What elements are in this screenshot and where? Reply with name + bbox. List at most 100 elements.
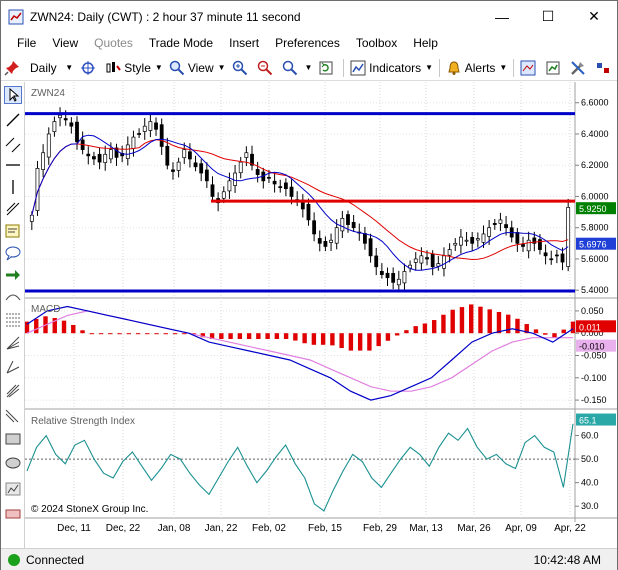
candle[interactable] [278, 186, 283, 188]
candle[interactable] [75, 121, 79, 143]
refresh-button[interactable] [315, 57, 340, 79]
candle[interactable] [283, 182, 288, 190]
menu-toolbox[interactable]: Toolbox [348, 36, 405, 50]
candle[interactable] [560, 253, 565, 263]
candle[interactable] [312, 220, 317, 235]
style-button[interactable]: Style ▼ [102, 57, 166, 79]
candle[interactable] [142, 125, 147, 132]
menu-preferences[interactable]: Preferences [267, 36, 348, 50]
candle[interactable] [391, 273, 396, 283]
speed-lines-tool-icon[interactable] [4, 358, 22, 376]
candle[interactable] [470, 237, 475, 244]
candle[interactable] [379, 271, 384, 275]
more-tools-button[interactable] [592, 57, 617, 79]
candle[interactable] [334, 227, 339, 244]
zoom-in-button[interactable] [229, 57, 254, 79]
candle[interactable] [86, 153, 91, 157]
candle[interactable] [368, 238, 373, 257]
candle[interactable] [492, 223, 497, 225]
candle[interactable] [504, 224, 508, 229]
candle[interactable] [515, 232, 520, 244]
channel-tool-icon[interactable] [4, 136, 22, 154]
arc-tool-icon[interactable] [4, 288, 22, 306]
candle[interactable] [204, 169, 209, 182]
candle[interactable] [165, 145, 170, 166]
candle[interactable] [125, 144, 130, 159]
candle[interactable] [413, 258, 418, 263]
candle[interactable] [549, 258, 554, 261]
text-note-tool-icon[interactable] [4, 222, 22, 240]
candle[interactable] [210, 184, 215, 197]
candle[interactable] [233, 172, 237, 186]
candle[interactable] [475, 238, 480, 241]
candle[interactable] [63, 118, 68, 121]
candle[interactable] [385, 272, 390, 279]
candle[interactable] [419, 255, 424, 264]
candle[interactable] [566, 207, 571, 267]
template-button[interactable] [542, 57, 567, 79]
candle[interactable] [193, 162, 198, 168]
pin-button[interactable] [1, 57, 26, 79]
candle[interactable] [521, 244, 525, 247]
candle[interactable] [52, 121, 57, 133]
candle[interactable] [363, 233, 367, 244]
candle[interactable] [267, 176, 271, 179]
candle[interactable] [306, 203, 311, 221]
candle[interactable] [487, 227, 492, 237]
callout-tool-icon[interactable] [4, 244, 22, 262]
menu-trade-mode[interactable]: Trade Mode [141, 36, 221, 50]
candle[interactable] [459, 236, 463, 246]
ray-tool-icon[interactable] [4, 200, 22, 218]
rectangle-tool-icon[interactable] [4, 430, 22, 448]
menu-quotes[interactable]: Quotes [86, 36, 141, 50]
candle[interactable] [159, 124, 164, 147]
fan-tool-icon[interactable] [4, 334, 22, 352]
zoom-out-button[interactable] [254, 57, 279, 79]
candle[interactable] [171, 169, 175, 172]
candle[interactable] [272, 180, 277, 185]
andrews-pitchfork-tool-icon[interactable] [4, 382, 22, 400]
candle[interactable] [481, 233, 486, 243]
candle[interactable] [317, 238, 322, 244]
candle[interactable] [543, 252, 548, 257]
tools-button[interactable] [567, 57, 592, 79]
candle[interactable] [69, 122, 74, 127]
candle[interactable] [374, 255, 379, 268]
candle[interactable] [238, 161, 243, 174]
chart-settings-button[interactable] [517, 57, 542, 79]
candle[interactable] [41, 152, 46, 170]
candle[interactable] [464, 239, 469, 242]
candle[interactable] [340, 217, 345, 232]
fibonacci-tool-icon[interactable] [4, 310, 22, 328]
candle[interactable] [103, 153, 108, 163]
candle[interactable] [447, 249, 452, 256]
candle[interactable] [58, 114, 62, 119]
title-bar[interactable]: ZWN24: Daily (CWT) : 2 hour 37 minute 11… [1, 1, 617, 32]
candle[interactable] [396, 278, 401, 286]
candle[interactable] [137, 133, 141, 135]
candle[interactable] [188, 151, 192, 160]
crosshair-tool-button[interactable] [77, 57, 102, 79]
cursor-tool-icon[interactable] [4, 86, 22, 104]
menu-view[interactable]: View [44, 36, 86, 50]
menu-file[interactable]: File [9, 36, 44, 50]
chart-canvas[interactable]: Dec, 11 Dec, 22 Jan, 08 Jan, 22 Feb, 02 Feb, … [24, 82, 617, 548]
close-button[interactable]: ✕ [571, 1, 617, 32]
indicators-button[interactable]: Indicators ▼ [347, 57, 436, 79]
arrow-tool-icon[interactable] [4, 266, 22, 284]
candle[interactable] [29, 214, 34, 222]
menu-help[interactable]: Help [405, 36, 446, 50]
candle[interactable] [425, 257, 429, 260]
candle[interactable] [176, 161, 181, 171]
candle[interactable] [227, 180, 232, 192]
eraser-tool-icon[interactable] [4, 504, 22, 522]
candle[interactable] [430, 254, 435, 268]
candle[interactable] [554, 254, 559, 257]
gann-tool-icon[interactable] [4, 406, 22, 424]
trendline-tool-icon[interactable] [4, 111, 22, 129]
candle[interactable] [92, 156, 96, 160]
candle[interactable] [199, 163, 204, 174]
candle[interactable] [453, 242, 458, 246]
cycle-tool-icon[interactable] [4, 480, 22, 498]
candle[interactable] [351, 222, 356, 229]
